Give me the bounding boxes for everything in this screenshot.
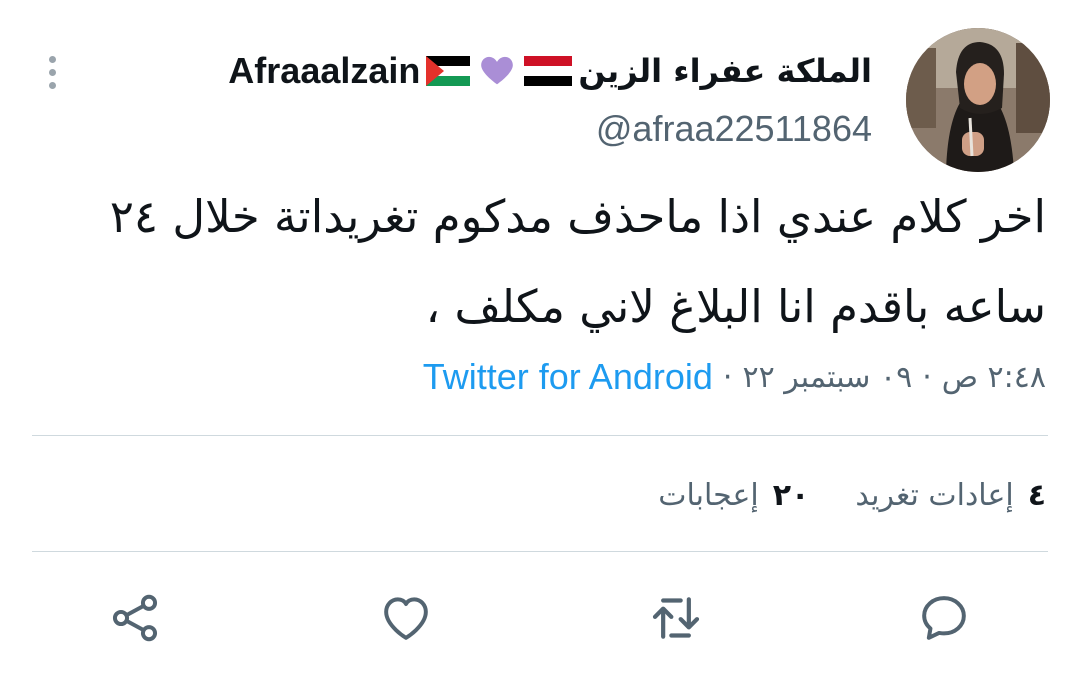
likes-stat[interactable]: ٢٠ إعجابات xyxy=(658,478,809,513)
meta-separator: · xyxy=(922,359,932,395)
author-name-row[interactable]: Afraaalzain الملكة عفراء الزين xyxy=(228,44,872,98)
like-button[interactable] xyxy=(378,590,434,646)
meta-separator: · xyxy=(722,359,733,395)
divider xyxy=(32,551,1048,552)
reply-button[interactable] xyxy=(916,590,972,646)
palestine-flag-icon xyxy=(426,56,471,86)
tweet-meta: ٢:٤٨ ص · ٠٩ سبتمبر ٢٢ · Twitter for Andr… xyxy=(423,352,1046,402)
retweet-button[interactable] xyxy=(648,590,704,646)
avatar-photo xyxy=(906,28,1050,172)
share-button[interactable] xyxy=(107,590,163,646)
share-icon xyxy=(112,594,158,642)
likes-label: إعجابات xyxy=(658,477,759,513)
display-name-latin: Afraaalzain xyxy=(228,50,421,91)
retweets-label: إعادات تغريد xyxy=(855,477,1014,513)
tweet-date[interactable]: ٠٩ سبتمبر ٢٢ xyxy=(742,360,912,395)
reply-icon xyxy=(922,596,966,640)
author-handle[interactable]: @afraa22511864 xyxy=(596,108,872,150)
likes-count: ٢٠ xyxy=(772,477,810,513)
retweet-icon xyxy=(652,597,700,639)
yemen-flag-icon xyxy=(524,56,573,86)
tweet-text: اخر كلام عندي اذا ماحذف مدكوم تغريداتة خ… xyxy=(109,190,1046,333)
retweets-count: ٤ xyxy=(1027,477,1046,513)
divider xyxy=(32,435,1048,436)
more-options-icon[interactable] xyxy=(40,56,64,92)
tweet-source-link[interactable]: Twitter for Android xyxy=(423,356,713,398)
tweet-stats: ٤ إعادات تغريد ٢٠ إعجابات xyxy=(612,470,1046,520)
retweets-stat[interactable]: ٤ إعادات تغريد xyxy=(855,478,1046,513)
purple-heart-icon xyxy=(481,56,514,85)
like-icon xyxy=(384,597,428,640)
tweet-time: ٢:٤٨ ص xyxy=(941,359,1046,395)
avatar[interactable] xyxy=(906,28,1050,172)
display-name-arabic: الملكة عفراء الزين xyxy=(578,52,872,90)
